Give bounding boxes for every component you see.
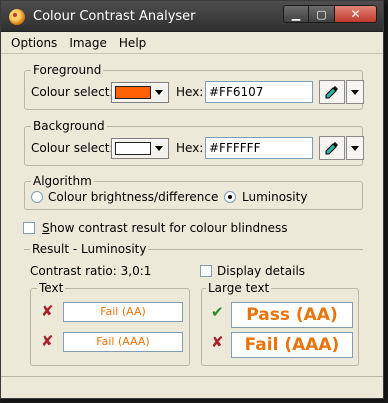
background-picker-dropdown[interactable] xyxy=(346,136,364,160)
fail-x-icon: ✘ xyxy=(41,302,54,320)
radio-luminosity[interactable] xyxy=(224,191,236,203)
algorithm-group: Algorithm Colour brightness/difference L… xyxy=(24,174,363,210)
foreground-colour-select-label: Colour select: xyxy=(31,85,114,99)
background-hex-input[interactable]: #FFFFFF xyxy=(205,137,313,159)
caption-buttons: ▁ ▢ ✕ xyxy=(283,5,377,23)
status-bar xyxy=(1,376,383,398)
large-aa-result: Pass (AA) xyxy=(231,302,353,328)
fail-x-icon: ✘ xyxy=(211,333,224,351)
text-aaa-result: Fail (AAA) xyxy=(63,332,183,352)
background-hex-label: Hex: xyxy=(176,141,204,155)
background-swatch xyxy=(115,142,151,155)
fail-x-icon: ✘ xyxy=(41,332,54,350)
palette-icon xyxy=(9,9,25,25)
minimize-button[interactable]: ▁ xyxy=(283,5,309,23)
display-details-label: Display details xyxy=(217,264,306,278)
menu-help[interactable]: Help xyxy=(113,36,152,50)
close-button[interactable]: ✕ xyxy=(335,5,377,23)
result-group-label: Result - Luminosity xyxy=(30,242,149,256)
menu-image[interactable]: Image xyxy=(63,36,113,50)
large-text-results-group: Large text ✔ Pass (AA) ✘ Fail (AAA) xyxy=(201,281,359,366)
text-results-group: Text ✘ Fail (AA) ✘ Fail (AAA) xyxy=(30,281,190,366)
colour-blindness-accel: S xyxy=(42,221,50,235)
foreground-hex-label: Hex: xyxy=(176,85,204,99)
eyedropper-icon xyxy=(325,142,338,155)
app-window: Colour Contrast Analyser ▁ ▢ ✕ Options I… xyxy=(0,0,384,399)
foreground-group-label: Foreground xyxy=(31,63,104,77)
foreground-colour-select[interactable] xyxy=(111,82,169,103)
background-group: Background Colour select: Hex: #FFFFFF xyxy=(24,119,364,166)
radio-brightness-difference-label: Colour brightness/difference xyxy=(48,190,219,204)
text-aa-result: Fail (AA) xyxy=(63,302,183,322)
menu-options[interactable]: Options xyxy=(5,36,63,50)
title-bar[interactable]: Colour Contrast Analyser ▁ ▢ ✕ xyxy=(1,1,383,32)
maximize-button[interactable]: ▢ xyxy=(309,5,335,23)
colour-blindness-label-rest: how contrast result for colour blindness xyxy=(49,221,288,235)
pass-check-icon: ✔ xyxy=(211,303,224,321)
background-colour-select[interactable] xyxy=(111,138,169,159)
display-details-checkbox[interactable] xyxy=(200,265,212,277)
radio-brightness-difference[interactable] xyxy=(31,191,43,203)
chevron-down-icon xyxy=(155,146,163,151)
foreground-hex-input[interactable]: #FF6107 xyxy=(205,81,313,103)
background-colour-select-label: Colour select: xyxy=(31,141,114,155)
foreground-swatch xyxy=(115,86,151,99)
window-title: Colour Contrast Analyser xyxy=(33,9,196,24)
large-aaa-result: Fail (AAA) xyxy=(231,332,353,358)
background-eyedropper-button[interactable] xyxy=(319,136,345,160)
colour-blindness-label: Show contrast result for colour blindnes… xyxy=(42,221,288,235)
menu-bar: Options Image Help xyxy=(1,32,383,54)
radio-luminosity-label: Luminosity xyxy=(242,190,308,204)
foreground-group: Foreground Colour select: Hex: #FF6107 xyxy=(24,63,364,110)
foreground-eyedropper-button[interactable] xyxy=(319,80,345,104)
eyedropper-icon xyxy=(325,86,338,99)
colour-blindness-checkbox[interactable] xyxy=(23,222,35,234)
close-icon: ✕ xyxy=(350,7,361,21)
large-text-results-label: Large text xyxy=(206,281,272,295)
chevron-down-icon xyxy=(155,90,163,95)
contrast-ratio: Contrast ratio: 3,0:1 xyxy=(30,264,152,278)
text-results-label: Text xyxy=(37,281,66,295)
result-group: Result - Luminosity Contrast ratio: 3,0:… xyxy=(24,242,363,366)
background-group-label: Background xyxy=(31,119,107,133)
maximize-icon: ▢ xyxy=(316,7,327,21)
foreground-picker-dropdown[interactable] xyxy=(346,80,364,104)
minimize-icon: ▁ xyxy=(291,7,301,21)
algorithm-group-label: Algorithm xyxy=(31,174,94,188)
